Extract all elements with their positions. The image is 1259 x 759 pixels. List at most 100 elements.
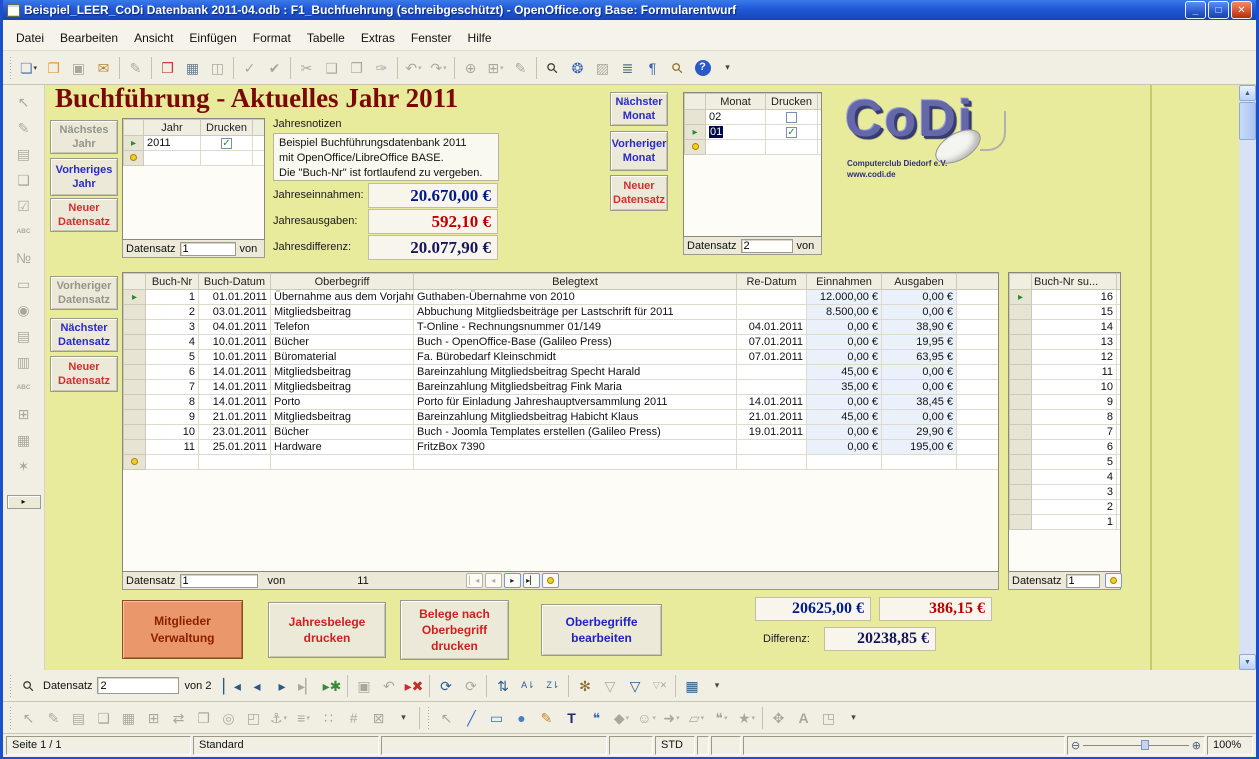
cell[interactable]: 01: [706, 125, 766, 140]
row-selector[interactable]: [1010, 500, 1032, 515]
cell[interactable]: Bareinzahlung Mitgliedsbeitrag Specht Ha…: [414, 365, 737, 380]
print-icon[interactable]: ▦: [181, 56, 204, 80]
minimize-button[interactable]: _: [1185, 1, 1206, 19]
table-row[interactable]: 5: [1010, 455, 1122, 470]
delete-record-icon[interactable]: ▸✖: [402, 674, 425, 698]
cell[interactable]: Abbuchung Mitgliedsbeiträge per Lastschr…: [414, 305, 737, 320]
menu-ansicht[interactable]: Ansicht: [127, 29, 180, 47]
row-selector[interactable]: ▸: [124, 136, 144, 151]
row-selector[interactable]: [1010, 335, 1032, 350]
cell[interactable]: 16: [1032, 290, 1117, 305]
table-row[interactable]: 15: [1010, 305, 1122, 320]
year-grid[interactable]: JahrDrucken▸2011✓: [122, 118, 265, 240]
toolbar-overflow-button[interactable]: ▸: [7, 495, 41, 509]
cell[interactable]: 8: [1032, 410, 1117, 425]
cell[interactable]: Buch - OpenOffice-Base (Galileo Press): [414, 335, 737, 350]
cell[interactable]: 38,45 €: [882, 395, 957, 410]
cell[interactable]: 10: [146, 425, 199, 440]
cell[interactable]: [144, 151, 201, 166]
cell[interactable]: 23.01.2011: [199, 425, 271, 440]
cell[interactable]: 14.01.2011: [199, 380, 271, 395]
row-selector[interactable]: [124, 335, 146, 350]
column-header[interactable]: Ausgaben: [882, 274, 957, 290]
cell[interactable]: 19,95 €: [882, 335, 957, 350]
cell[interactable]: [1117, 425, 1122, 440]
scroll-thumb[interactable]: [1239, 102, 1256, 140]
table-row[interactable]: 11: [1010, 365, 1122, 380]
cell[interactable]: [957, 425, 999, 440]
refresh-icon[interactable]: ⟳: [434, 674, 457, 698]
cell[interactable]: [957, 410, 999, 425]
column-header[interactable]: Buch-Datum: [199, 274, 271, 290]
cell[interactable]: [1117, 380, 1122, 395]
menu-extras[interactable]: Extras: [354, 29, 402, 47]
row-selector[interactable]: [124, 305, 146, 320]
menu-hilfe[interactable]: Hilfe: [461, 29, 499, 47]
column-header[interactable]: Buch-Nr: [146, 274, 199, 290]
find-replace-icon[interactable]: ⚲: [541, 56, 564, 80]
data-source-as-table-icon[interactable]: ▦: [680, 674, 703, 698]
table-row[interactable]: 510.01.2011BüromaterialFa. Bürobedarf Kl…: [124, 350, 999, 365]
table-row[interactable]: 6: [1010, 440, 1122, 455]
cell[interactable]: 10.01.2011: [199, 335, 271, 350]
grid-row[interactable]: ▸01✓: [685, 125, 822, 140]
drucken-checkbox[interactable]: ✓: [221, 138, 232, 149]
row-selector[interactable]: [124, 151, 144, 166]
cell[interactable]: 6: [1032, 440, 1117, 455]
table-row[interactable]: 1023.01.2011BücherBuch - Joomla Template…: [124, 425, 999, 440]
cell[interactable]: [737, 365, 807, 380]
cell[interactable]: Telefon: [271, 320, 414, 335]
row-selector[interactable]: ▸: [1010, 290, 1032, 305]
row-selector[interactable]: [124, 365, 146, 380]
buchnr-sum-grid[interactable]: Buch-Nr su...▸16151413121110987654321: [1008, 272, 1121, 572]
cell[interactable]: 35,00 €: [807, 380, 882, 395]
cell[interactable]: [737, 455, 807, 470]
cell[interactable]: 15: [1032, 305, 1117, 320]
drucken-checkbox[interactable]: [786, 112, 797, 123]
cell[interactable]: 2: [146, 305, 199, 320]
grid-row[interactable]: ▸2011✓: [124, 136, 265, 151]
cell[interactable]: 7: [146, 380, 199, 395]
row-selector[interactable]: [1010, 320, 1032, 335]
cell[interactable]: 07.01.2011: [737, 350, 807, 365]
zoom-slider[interactable]: ⊖ ⊕: [1067, 736, 1205, 755]
cell[interactable]: Mitgliedsbeitrag: [271, 305, 414, 320]
cell[interactable]: 0,00 €: [882, 305, 957, 320]
cell[interactable]: Bareinzahlung Mitgliedsbeitrag Habicht K…: [414, 410, 737, 425]
cell[interactable]: 8: [146, 395, 199, 410]
cell[interactable]: [957, 335, 999, 350]
table-row[interactable]: ▸16: [1010, 290, 1122, 305]
open-icon[interactable]: ❐: [42, 56, 65, 80]
record-number-input[interactable]: [741, 239, 793, 253]
cell[interactable]: 5: [1032, 455, 1117, 470]
cell[interactable]: 14.01.2011: [737, 395, 807, 410]
cell[interactable]: Bücher: [271, 425, 414, 440]
next-record-button[interactable]: Nächster Datensatz: [50, 318, 118, 352]
cell[interactable]: 12: [1032, 350, 1117, 365]
cell[interactable]: 11: [146, 440, 199, 455]
cell[interactable]: 29,90 €: [882, 425, 957, 440]
cell[interactable]: 3: [1032, 485, 1117, 500]
cell[interactable]: [957, 380, 999, 395]
row-selector[interactable]: [124, 440, 146, 455]
cell[interactable]: [737, 440, 807, 455]
menu-tabelle[interactable]: Tabelle: [300, 29, 352, 47]
cell[interactable]: [957, 395, 999, 410]
cell[interactable]: 63,95 €: [882, 350, 957, 365]
drucken-checkbox[interactable]: ✓: [786, 127, 797, 138]
table-row[interactable]: 304.01.2011TelefonT-Online - Rechnungsnu…: [124, 320, 999, 335]
new-record-button[interactable]: [542, 573, 559, 588]
new-record-icon[interactable]: ▸✱: [320, 674, 343, 698]
cell[interactable]: ✓: [201, 136, 253, 151]
new-month-record-button[interactable]: Neuer Datensatz: [610, 175, 668, 211]
cell[interactable]: [1117, 455, 1122, 470]
find-record-icon[interactable]: ⚲: [17, 674, 40, 698]
cell[interactable]: [1117, 350, 1122, 365]
cell[interactable]: 1: [1032, 515, 1117, 530]
cell[interactable]: 9: [1032, 395, 1117, 410]
row-selector[interactable]: [685, 110, 706, 125]
cell[interactable]: 14.01.2011: [199, 365, 271, 380]
cell[interactable]: 45,00 €: [807, 365, 882, 380]
cell[interactable]: [737, 290, 807, 305]
cell[interactable]: [1117, 395, 1122, 410]
